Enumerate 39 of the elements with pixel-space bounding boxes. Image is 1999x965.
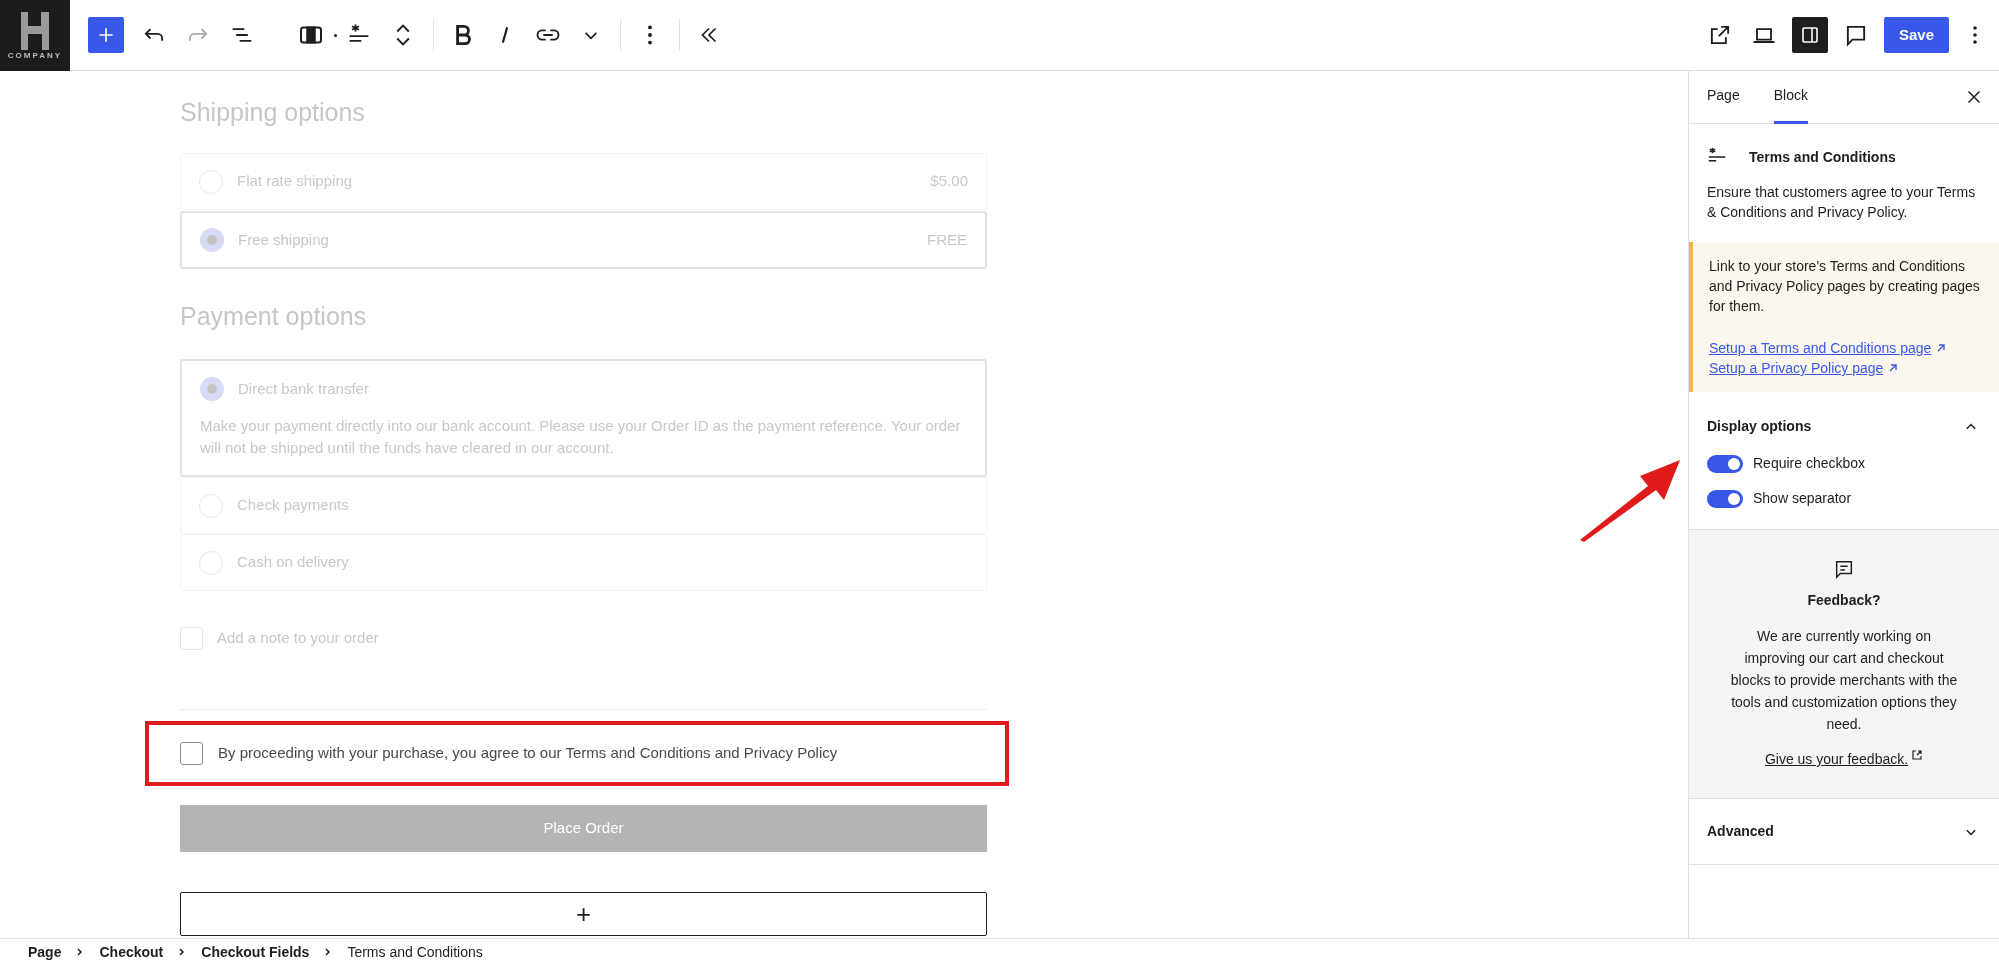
- checkbox[interactable]: [180, 627, 203, 650]
- block-description: Ensure that customers agree to your Terms & Conditions and Privacy Policy.: [1707, 183, 1977, 222]
- toggle-switch[interactable]: [1707, 454, 1743, 473]
- breadcrumb-link[interactable]: Page: [28, 941, 62, 963]
- feedback-link[interactable]: Give us your feedback.: [1764, 749, 1909, 770]
- toggle-label: Require checkbox: [1753, 454, 1866, 473]
- setup-link[interactable]: Setup a Privacy Policy page: [1709, 358, 1884, 378]
- terms-text: By proceeding with your purchase, you agree to our Terms and Conditions and Privacy Policy: [218, 743, 838, 764]
- add-block-button[interactable]: +: [180, 892, 987, 936]
- toggle-switch[interactable]: [1707, 489, 1743, 508]
- block-title: Terms and Conditions: [1749, 147, 1896, 167]
- terms-checkbox[interactable]: [180, 742, 203, 765]
- feedback-title: Feedback?: [1807, 591, 1881, 610]
- panel-header[interactable]: Advanced: [1707, 821, 1961, 842]
- toggle-label: Show separator: [1753, 489, 1852, 508]
- panel-header[interactable]: Display options: [1707, 416, 1961, 437]
- feedback-text: We are currently working on improving our cart and checkout blocks to provide merchants with the tools and customization options they need.: [1729, 627, 1959, 734]
- company-logo[interactable]: COMPANY: [0, 0, 70, 71]
- notice-text: Link to your store's Terms and Conditions and Privacy Policy pages by creating pages for them.: [1709, 257, 1981, 316]
- breadcrumb-link[interactable]: Checkout: [99, 941, 164, 963]
- sidebar-tab[interactable]: Block: [1773, 70, 1808, 124]
- logo-mark-icon: [18, 10, 52, 50]
- section-heading: Shipping options: [180, 97, 366, 127]
- sidebar-tab[interactable]: Page: [1707, 70, 1740, 124]
- external-link-icon: [1911, 749, 1924, 761]
- radio-button[interactable]: [200, 377, 224, 401]
- radio-button[interactable]: [200, 228, 224, 252]
- section-heading: Payment options: [180, 301, 368, 331]
- plus-icon: [96, 25, 116, 45]
- setup-link[interactable]: Setup a Terms and Conditions page: [1709, 338, 1932, 358]
- feedback-icon: [1833, 558, 1855, 580]
- logo-text: COMPANY: [7, 52, 63, 60]
- save-button[interactable]: Save: [1883, 17, 1949, 53]
- breadcrumb-link[interactable]: Checkout Fields: [201, 941, 310, 963]
- sidebar-toggle-button[interactable]: [1791, 17, 1828, 53]
- external-link-icon: [1935, 342, 1948, 354]
- add-block-button[interactable]: [88, 17, 124, 53]
- external-link-icon: [1887, 362, 1900, 374]
- breadcrumb-link[interactable]: Terms and Conditions: [347, 941, 483, 963]
